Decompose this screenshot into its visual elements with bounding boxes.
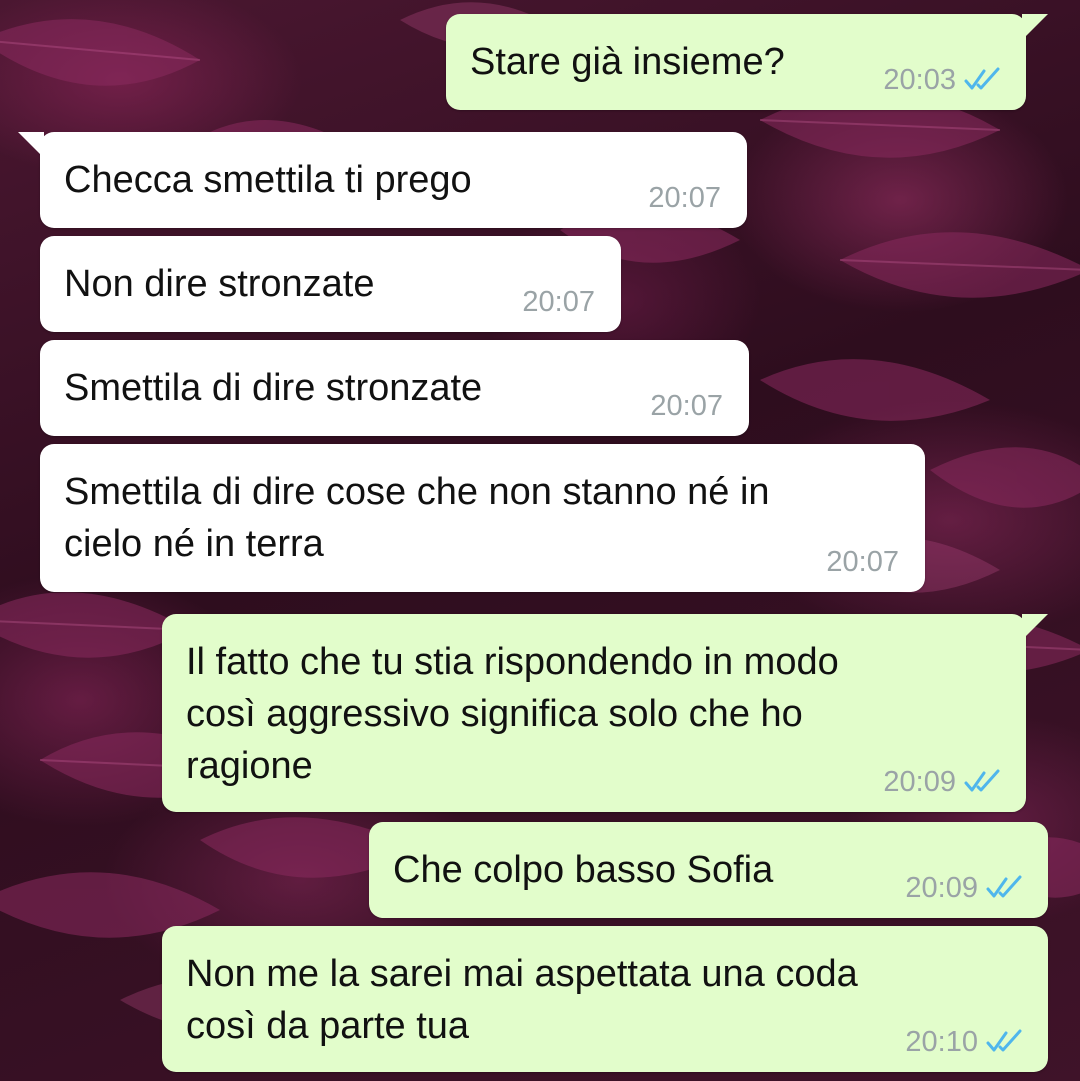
message-meta: 20:10 bbox=[905, 1026, 1026, 1058]
message-text: Smettila di dire stronzate bbox=[64, 367, 483, 409]
message-meta: 20:07 bbox=[648, 182, 721, 214]
message-bubble-outgoing[interactable]: Il fatto che tu stia rispondendo in modo… bbox=[162, 614, 1048, 812]
message-text: Non me la sarei mai aspettata una coda c… bbox=[186, 953, 858, 1047]
message-timestamp: 20:09 bbox=[883, 766, 956, 798]
message-bubble-outgoing[interactable]: Che colpo basso Sofia 20:09 bbox=[369, 822, 1048, 918]
message-timestamp: 20:10 bbox=[905, 1026, 978, 1058]
double-check-icon bbox=[964, 67, 1000, 90]
chat-conversation[interactable]: Stare già insieme? 20:03 Checca smettila… bbox=[0, 0, 1080, 1081]
message-text: Non dire stronzate bbox=[64, 263, 375, 305]
message-bubble-incoming[interactable]: Non dire stronzate 20:07 bbox=[40, 236, 621, 332]
message-meta: 20:07 bbox=[826, 546, 899, 578]
double-check-icon bbox=[964, 769, 1000, 792]
message-timestamp: 20:07 bbox=[650, 390, 723, 422]
message-bubble-outgoing[interactable]: Stare già insieme? 20:03 bbox=[446, 14, 1048, 110]
message-meta: 20:07 bbox=[522, 286, 595, 318]
message-timestamp: 20:09 bbox=[905, 872, 978, 904]
message-bubble-incoming[interactable]: Smettila di dire stronzate 20:07 bbox=[40, 340, 749, 436]
message-meta: 20:03 bbox=[883, 64, 1004, 96]
message-bubble-outgoing[interactable]: Non me la sarei mai aspettata una coda c… bbox=[162, 926, 1048, 1072]
double-check-icon bbox=[986, 875, 1022, 898]
message-timestamp: 20:07 bbox=[522, 286, 595, 318]
message-timestamp: 20:07 bbox=[826, 546, 899, 578]
message-timestamp: 20:07 bbox=[648, 182, 721, 214]
message-meta: 20:09 bbox=[883, 766, 1004, 798]
message-bubble-incoming[interactable]: Checca smettila ti prego 20:07 bbox=[18, 132, 747, 228]
message-timestamp: 20:03 bbox=[883, 64, 956, 96]
message-meta: 20:07 bbox=[650, 390, 723, 422]
message-bubble-incoming[interactable]: Smettila di dire cose che non stanno né … bbox=[40, 444, 925, 592]
message-text: Checca smettila ti prego bbox=[64, 159, 472, 201]
message-meta: 20:09 bbox=[905, 872, 1026, 904]
double-check-icon bbox=[986, 1029, 1022, 1052]
message-text: Smettila di dire cose che non stanno né … bbox=[64, 471, 770, 565]
